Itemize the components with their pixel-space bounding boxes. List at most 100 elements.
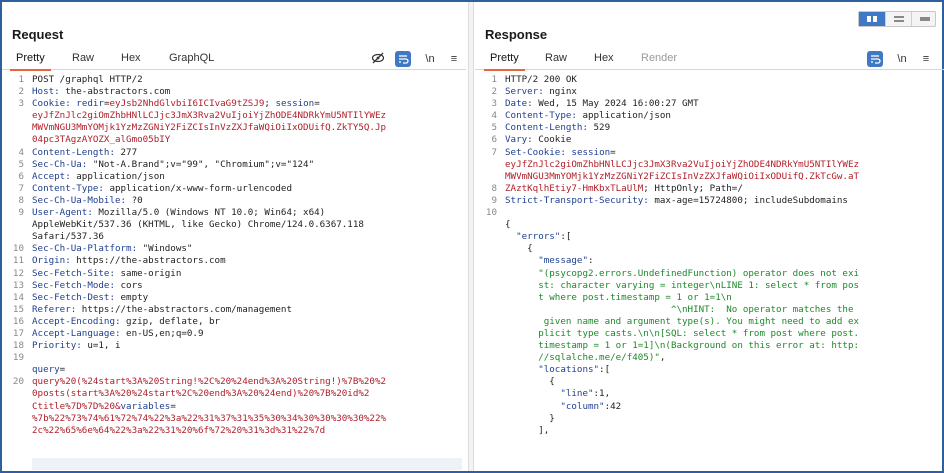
code-token: nginx (543, 86, 577, 98)
line-number (2, 219, 24, 231)
code-token: gzip, deflate, br (120, 315, 221, 327)
code-line: %7b%22%73%74%61%72%74%22%3a%22%31%37%31%… (32, 413, 462, 425)
code-token: = (314, 98, 320, 110)
line-number (475, 328, 497, 340)
request-tab-pretty[interactable]: Pretty (10, 52, 51, 71)
line-number (475, 352, 497, 364)
line-number: 8 (491, 182, 497, 194)
code-token: :[ (560, 231, 572, 243)
code-token: Priority: (32, 340, 82, 352)
code-token: Cookie (532, 134, 572, 146)
code-token: "Not-A.Brand";v="99", "Chromium";v="124" (87, 158, 315, 170)
response-text[interactable]: HTTP/2 200 OK Server: nginx Date: Wed, 15 … (505, 74, 940, 437)
newline-toggle-icon[interactable]: \n (894, 51, 910, 67)
code-line: "errors":[ (505, 231, 940, 243)
response-tabs: Pretty Raw Hex Render \n ≡ (475, 48, 944, 71)
response-line-numbers: 1 2 3 4 5 6 7 8 9 10 (475, 74, 497, 437)
code-line: MWVmNGU3MmYOMjk1YzMzZGNiY2FiZCIsInVzZXJf… (505, 171, 940, 183)
code-line: st: character varying = integer\nLINE 1:… (505, 280, 940, 292)
wrap-icon[interactable] (395, 51, 411, 67)
request-body[interactable]: 1 2 3 4 5 6 7 8 9 10 11 12 13 14 15 16 17 18 19 20 POST /gr… (2, 72, 466, 471)
code-token: Sec-Fetch-Mode: (32, 279, 115, 291)
request-line-numbers: 1 2 3 4 5 6 7 8 9 10 11 12 13 14 15 16 17 18 19 20 (2, 74, 24, 425)
line-number (2, 388, 24, 400)
code-line: Priority: u=1, i (32, 340, 462, 352)
code-line: Sec-Fetch-Dest: empty (32, 292, 462, 304)
request-text[interactable]: POST /graphql HTTP/2 Host: the-abstractor… (32, 74, 462, 437)
line-number (475, 219, 497, 231)
request-tabs: Pretty Raw Hex GraphQL \n ≡ (2, 48, 466, 71)
code-token: MWVmNGU3MmYOMjk1YzMzZGNiY2FiZCIsInVzZXJf… (32, 122, 387, 134)
code-line: 04pc3TAgzAYOZX_alGmo05bIY (32, 134, 462, 146)
code-line: } (505, 413, 940, 425)
request-tab-hex[interactable]: Hex (121, 52, 141, 64)
code-token: AppleWebKit/537.36 (KHTML, like Gecko) C… (32, 219, 364, 231)
code-token: :1, (593, 388, 611, 400)
line-number (475, 171, 497, 183)
line-number: 13 (12, 279, 24, 291)
code-token: Accept-Encoding: (32, 315, 121, 327)
line-number: 7 (491, 146, 497, 158)
code-line: ], (505, 425, 940, 437)
line-number: 16 (12, 315, 24, 327)
request-tab-graphql[interactable]: GraphQL (169, 52, 214, 64)
code-token: Mozilla/5.0 (Windows NT 10.0; Win64; x64… (92, 207, 326, 219)
code-line: //sqlalche.me/e/f405)", (505, 352, 940, 364)
code-token: ZAztKqlhEtiy7-HmKbxTLaUlM (505, 182, 644, 194)
line-number: 8 (18, 194, 24, 206)
response-tab-pretty[interactable]: Pretty (484, 52, 525, 71)
code-line: "line":1, (505, 388, 940, 400)
response-body[interactable]: 1 2 3 4 5 6 7 8 9 10 HTTP/2 200 OK Server: nginx Da… (475, 72, 944, 471)
line-number: 5 (491, 122, 497, 134)
code-token: eyJfZnJlc2giOmZhbHNlLCJjc3JmX3Rva2VuIjoi… (32, 110, 387, 122)
code-line: Vary: Cookie (505, 134, 940, 146)
code-token: Content-Length: (32, 146, 115, 158)
code-token: same-origin (114, 267, 182, 279)
code-line: given name and argument type(s). You mig… (505, 316, 940, 328)
code-token: eyJsb2NhdGlvbiI6ICIvaG9tZSJ9 (109, 98, 265, 110)
code-token: = (610, 146, 616, 158)
newline-toggle-icon[interactable]: \n (422, 51, 438, 67)
code-line: Accept: application/json (32, 171, 462, 183)
code-token: Accept-Language: (32, 327, 121, 339)
code-line: query= (32, 364, 462, 376)
line-number: 3 (18, 98, 24, 110)
code-token: MWVmNGU3MmYOMjk1YzMzZGNiY2FiZCIsInVzZXJf… (505, 170, 860, 182)
line-number: 19 (12, 352, 24, 364)
code-line: Sec-Fetch-Site: same-origin (32, 268, 462, 280)
eye-off-icon[interactable] (370, 51, 386, 67)
code-line: POST /graphql HTTP/2 (32, 74, 462, 86)
code-token: the-abstractors.com (59, 86, 171, 98)
request-tab-raw[interactable]: Raw (72, 52, 94, 64)
code-line: ZAztKqlhEtiy7-HmKbxTLaUlM; HttpOnly; Pat… (505, 183, 940, 195)
code-token: "errors" (505, 231, 561, 243)
code-line: { (505, 243, 940, 255)
wrap-icon[interactable] (867, 51, 883, 67)
code-line: query%20(%24start%3A%20String!%2C%20%24e… (32, 376, 462, 388)
code-line: Sec-Ch-Ua-Mobile: ?0 (32, 195, 462, 207)
line-number: 17 (12, 327, 24, 339)
code-token: Sec-Ch-Ua-Mobile: (32, 194, 127, 206)
line-number: 2 (491, 86, 497, 98)
code-line: Ctitle%7D%7D%20&variables= (32, 401, 462, 413)
code-line: timestamp = 1 or 1=1]\n(Background on th… (505, 340, 940, 352)
code-token: User-Agent: (32, 207, 93, 219)
code-token: https://the-abstractors.com (70, 255, 226, 267)
code-token: application/json (576, 110, 671, 122)
code-line: User-Agent: Mozilla/5.0 (Windows NT 10.0… (32, 207, 462, 219)
menu-icon[interactable]: ≡ (446, 51, 462, 67)
code-token: eyJfZnJlc2giOmZhbHNlLCJjc3JmX3Rva2VuIjoi… (505, 158, 860, 170)
code-token: 2c%22%65%6e%64%22%3a%22%31%20%6f%72%20%3… (32, 424, 326, 436)
code-token: en-US,en;q=0.9 (120, 327, 204, 339)
menu-icon[interactable]: ≡ (918, 51, 934, 67)
response-tab-hex[interactable]: Hex (594, 52, 614, 64)
line-number: 12 (12, 267, 24, 279)
code-token: %7b%22%73%74%61%72%74%22%3a%22%31%37%31%… (32, 412, 387, 424)
response-tab-raw[interactable]: Raw (545, 52, 567, 64)
code-line: Set-Cookie: session= (505, 147, 940, 159)
code-line: ^\nHINT: No operator matches the (505, 304, 940, 316)
pane-divider[interactable] (468, 2, 474, 471)
code-line: { (505, 376, 940, 388)
response-tab-render[interactable]: Render (641, 52, 677, 64)
